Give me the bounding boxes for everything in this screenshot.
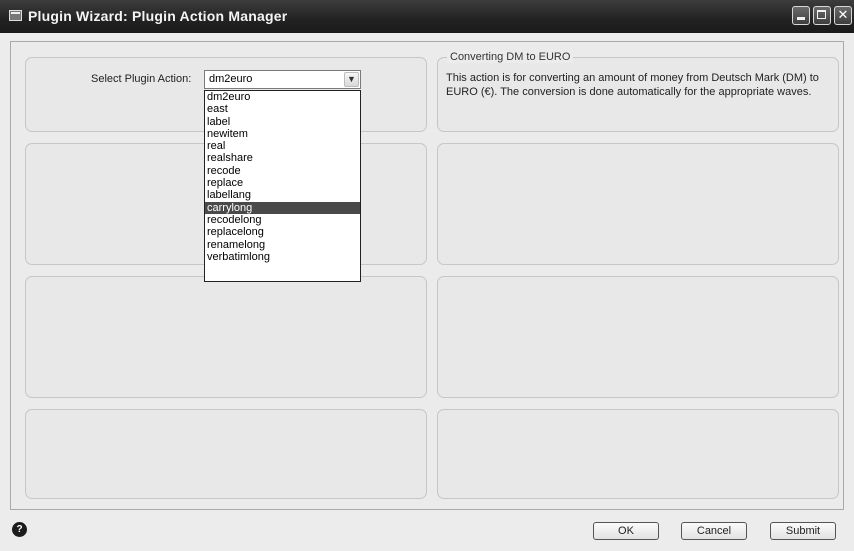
- dropdown-option[interactable]: carrylong: [205, 201, 360, 214]
- empty-panel: [437, 143, 839, 265]
- empty-panel: [25, 409, 427, 499]
- dropdown-option[interactable]: east: [205, 103, 360, 115]
- window-icon: [9, 10, 22, 21]
- chevron-down-icon[interactable]: ▼: [344, 72, 359, 87]
- maximize-button[interactable]: [813, 6, 831, 25]
- dropdown-option[interactable]: dm2euro: [205, 91, 360, 103]
- dropdown-option[interactable]: replace: [205, 177, 360, 189]
- cancel-button[interactable]: Cancel: [681, 522, 747, 540]
- plugin-wizard-window: Plugin Wizard: Plugin Action Manager ✕ C…: [0, 0, 854, 551]
- submit-button[interactable]: Submit: [770, 522, 836, 540]
- dropdown-option[interactable]: replacelong: [205, 226, 360, 238]
- empty-panel: [437, 276, 839, 398]
- help-icon[interactable]: ?: [12, 522, 27, 537]
- ok-button[interactable]: OK: [593, 522, 659, 540]
- close-button[interactable]: ✕: [834, 6, 852, 25]
- dropdown-option[interactable]: realshare: [205, 152, 360, 164]
- dropdown-option[interactable]: recodelong: [205, 214, 360, 226]
- dropdown-option[interactable]: verbatimlong: [205, 251, 360, 263]
- title-bar[interactable]: Plugin Wizard: Plugin Action Manager ✕: [0, 0, 854, 33]
- dropdown-option[interactable]: recode: [205, 165, 360, 177]
- description-title: Converting DM to EURO: [447, 51, 574, 63]
- dropdown-option[interactable]: labellang: [205, 189, 360, 201]
- dropdown-option[interactable]: newitem: [205, 128, 360, 140]
- minimize-button[interactable]: [792, 6, 810, 25]
- window-title: Plugin Wizard: Plugin Action Manager: [28, 8, 288, 24]
- dropdown-option[interactable]: label: [205, 116, 360, 128]
- empty-panel: [25, 276, 427, 398]
- plugin-action-dropdown-list[interactable]: dm2euro east label newitem real realshare reco…: [204, 90, 361, 282]
- select-plugin-action-label: Select Plugin Action:: [91, 73, 192, 85]
- dropdown-option[interactable]: real: [205, 140, 360, 152]
- description-text: This action is for converting an amount …: [446, 72, 819, 98]
- combobox-value: dm2euro: [209, 73, 253, 85]
- dropdown-option[interactable]: renamelong: [205, 239, 360, 251]
- empty-panel: [437, 409, 839, 499]
- plugin-action-combobox[interactable]: dm2euro ▼: [204, 70, 361, 89]
